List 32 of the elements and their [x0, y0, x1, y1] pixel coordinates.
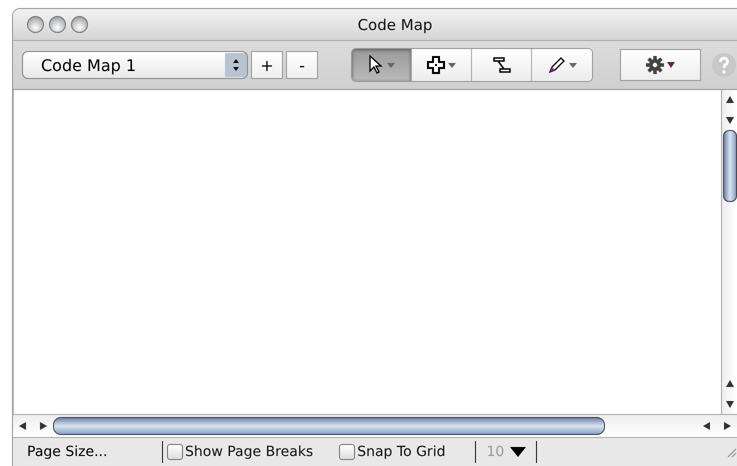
settings-button[interactable]: [620, 49, 701, 81]
stepper-icon: [225, 52, 247, 78]
map-selector[interactable]: Code Map 1: [22, 51, 248, 79]
window-control-button[interactable]: [49, 16, 66, 33]
scroll-thumb[interactable]: [722, 130, 736, 202]
window-title: Code Map: [358, 16, 432, 34]
remove-button[interactable]: -: [286, 51, 318, 79]
cross-shape-icon: [427, 56, 445, 74]
gear-caret-icon: [646, 55, 676, 75]
connector-icon: [492, 56, 512, 74]
checkbox-label: Show Page Breaks: [185, 444, 314, 460]
window-control-button[interactable]: [71, 16, 88, 33]
caret-icon: [387, 62, 395, 68]
horizontal-scrollbar[interactable]: [13, 414, 737, 438]
page-size-button[interactable]: Page Size...: [13, 444, 158, 460]
caret-icon: [448, 62, 456, 68]
window-control-button[interactable]: [27, 16, 44, 33]
checkbox[interactable]: [167, 444, 183, 460]
resize-grip-icon[interactable]: [725, 446, 737, 458]
arrow-cursor-icon: [368, 55, 384, 75]
add-button[interactable]: +: [251, 51, 283, 79]
caret-icon: [510, 447, 526, 457]
tool-button[interactable]: [472, 49, 532, 81]
scroll-thumb[interactable]: [53, 417, 605, 435]
checkbox[interactable]: [339, 444, 356, 460]
checkbox-label: Snap To Grid: [357, 444, 446, 460]
tool-button[interactable]: [412, 49, 472, 81]
caret-icon: [568, 62, 576, 68]
vertical-scrollbar[interactable]: [721, 90, 737, 414]
tool-button[interactable]: [532, 49, 592, 81]
tool-button[interactable]: [352, 49, 412, 81]
pencil-icon: [548, 56, 566, 74]
